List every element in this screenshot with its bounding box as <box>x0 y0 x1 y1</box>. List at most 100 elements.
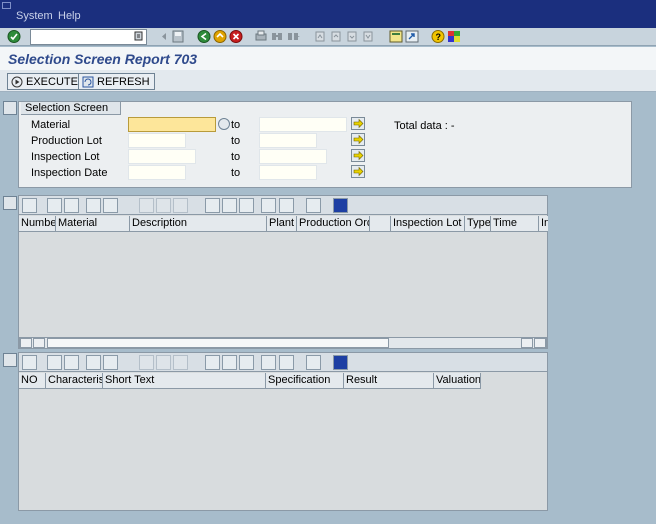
grid1-export-icon[interactable] <box>239 198 254 213</box>
cancel-icon[interactable] <box>229 30 243 43</box>
grid2-filter-icon[interactable] <box>103 355 118 370</box>
material-label: Material <box>31 119 71 131</box>
grid2-sort-descending-icon[interactable] <box>64 355 79 370</box>
inspection-date-label: Inspection Date <box>31 167 108 179</box>
grid1-print-icon[interactable] <box>205 198 220 213</box>
grid1-scroll-page-left-icon[interactable] <box>521 338 533 348</box>
inspection-lot-grid: Number Material Description Plant Produc… <box>18 195 548 349</box>
grid1-scroll-page-right-icon[interactable] <box>534 338 546 348</box>
grid1-sort-ascending-icon[interactable] <box>47 198 62 213</box>
grid1-scroll-left-icon[interactable] <box>20 338 32 348</box>
menu-bar: System Help <box>0 0 656 28</box>
grid2-col-header[interactable]: Short Text <box>103 373 266 389</box>
layout-menu-icon[interactable] <box>447 30 461 43</box>
enter-icon[interactable] <box>7 30 21 43</box>
grid2-details-icon[interactable] <box>22 355 37 370</box>
page-title: Selection Screen Report 703 <box>8 51 198 67</box>
grid1-details-icon[interactable] <box>22 198 37 213</box>
inspection-date-to-input[interactable] <box>259 165 317 180</box>
inspection-lot-to-label: to <box>231 151 241 163</box>
collapse-grid1-icon[interactable] <box>3 196 17 210</box>
grid2-info-icon[interactable] <box>333 355 348 370</box>
menu-help[interactable]: Help <box>58 10 81 22</box>
inspection-lot-from-input[interactable] <box>128 149 196 164</box>
production-lot-to-input[interactable] <box>259 133 317 148</box>
grid2-graphic-icon[interactable] <box>306 355 321 370</box>
grid1-scroll-right-small-icon[interactable] <box>33 338 45 348</box>
inspection-lot-multiple-selection-icon[interactable] <box>351 149 365 162</box>
help-icon[interactable]: ? <box>431 30 445 43</box>
material-to-input[interactable] <box>259 117 347 132</box>
grid2-sort-ascending-icon[interactable] <box>47 355 62 370</box>
shortcut-icon[interactable] <box>405 30 419 43</box>
grid1-graphic-icon[interactable] <box>306 198 321 213</box>
grid1-horizontal-scrollbar[interactable] <box>19 337 547 349</box>
characteristics-grid: NO Characteris... Short Text Specificati… <box>18 352 548 511</box>
inspection-date-multiple-selection-icon[interactable] <box>351 165 365 178</box>
production-lot-from-input[interactable] <box>128 133 186 148</box>
grid1-col-header[interactable]: Production Order <box>297 216 370 232</box>
grid1-sort-descending-icon[interactable] <box>64 198 79 213</box>
grid1-filter-icon[interactable] <box>103 198 118 213</box>
grid1-col-header[interactable]: Type <box>465 216 491 232</box>
command-dropdown-icon[interactable] <box>134 31 144 44</box>
title-bar: Selection Screen Report 703 <box>0 47 656 70</box>
production-lot-label: Production Lot <box>31 135 102 147</box>
grid1-col-header[interactable]: Plant <box>267 216 297 232</box>
total-data-text: Total data : - <box>394 120 455 132</box>
grid2-sum-icon <box>139 355 154 370</box>
save-icon[interactable] <box>171 30 185 43</box>
grid2-layout-icon[interactable] <box>279 355 294 370</box>
material-to-label: to <box>231 119 241 131</box>
refresh-label: REFRESH <box>97 75 150 88</box>
inspection-date-from-input[interactable] <box>128 165 186 180</box>
grid1-layout-icon[interactable] <box>279 198 294 213</box>
grid2-col-header[interactable]: Result <box>344 373 434 389</box>
grid1-sum-icon <box>139 198 154 213</box>
grid2-views-icon[interactable] <box>222 355 237 370</box>
grid1-views-icon[interactable] <box>222 198 237 213</box>
grid2-print-icon[interactable] <box>205 355 220 370</box>
grid1-info-icon[interactable] <box>333 198 348 213</box>
selection-tab: Selection Screen <box>21 102 122 115</box>
grid1-find-icon[interactable] <box>86 198 101 213</box>
back-icon[interactable] <box>197 30 211 43</box>
command-field[interactable] <box>30 29 147 45</box>
collapse-grid2-icon[interactable] <box>3 353 17 367</box>
grid1-col-header[interactable]: Material <box>56 216 130 232</box>
grid1-col-header[interactable]: Description <box>130 216 267 232</box>
grid1-col-header[interactable]: In <box>539 216 548 232</box>
grid2-export-icon[interactable] <box>239 355 254 370</box>
grid2-col-header[interactable]: Valuation <box>434 373 481 389</box>
grid1-col-header[interactable]: Time <box>491 216 539 232</box>
svg-text:?: ? <box>436 32 442 42</box>
grid2-col-header[interactable]: NO <box>19 373 46 389</box>
next-page-icon <box>345 30 359 43</box>
grid1-col-header[interactable]: Inspection Lot <box>391 216 465 232</box>
execute-icon <box>11 76 23 87</box>
grid2-spreadsheet-icon[interactable] <box>261 355 276 370</box>
previous-page-icon <box>329 30 343 43</box>
inspection-lot-to-input[interactable] <box>259 149 327 164</box>
grid2-col-header[interactable]: Specification <box>266 373 344 389</box>
new-session-icon[interactable] <box>389 30 403 43</box>
production-lot-multiple-selection-icon[interactable] <box>351 133 365 146</box>
grid1-scroll-thumb[interactable] <box>47 338 389 348</box>
menu-system[interactable]: System <box>16 10 53 22</box>
grid2-find-icon[interactable] <box>86 355 101 370</box>
grid1-col-header[interactable]: Number <box>19 216 56 232</box>
execute-button[interactable]: EXECUTE <box>7 73 83 90</box>
grid1-subtotal-icon <box>156 198 171 213</box>
grid1-spreadsheet-icon[interactable] <box>261 198 276 213</box>
window-menu-icon[interactable] <box>2 2 11 9</box>
exit-icon[interactable] <box>213 30 227 43</box>
refresh-button[interactable]: REFRESH <box>78 73 155 90</box>
collapse-selection-icon[interactable] <box>3 101 17 115</box>
grid1-col-header[interactable] <box>370 216 391 232</box>
grid2-subtotal-icon <box>156 355 171 370</box>
material-multiple-selection-icon[interactable] <box>351 117 365 130</box>
grid2-toolbar <box>19 353 547 372</box>
material-from-input[interactable] <box>128 117 216 132</box>
material-search-help-icon[interactable] <box>218 118 230 130</box>
grid2-col-header[interactable]: Characteris... <box>46 373 103 389</box>
